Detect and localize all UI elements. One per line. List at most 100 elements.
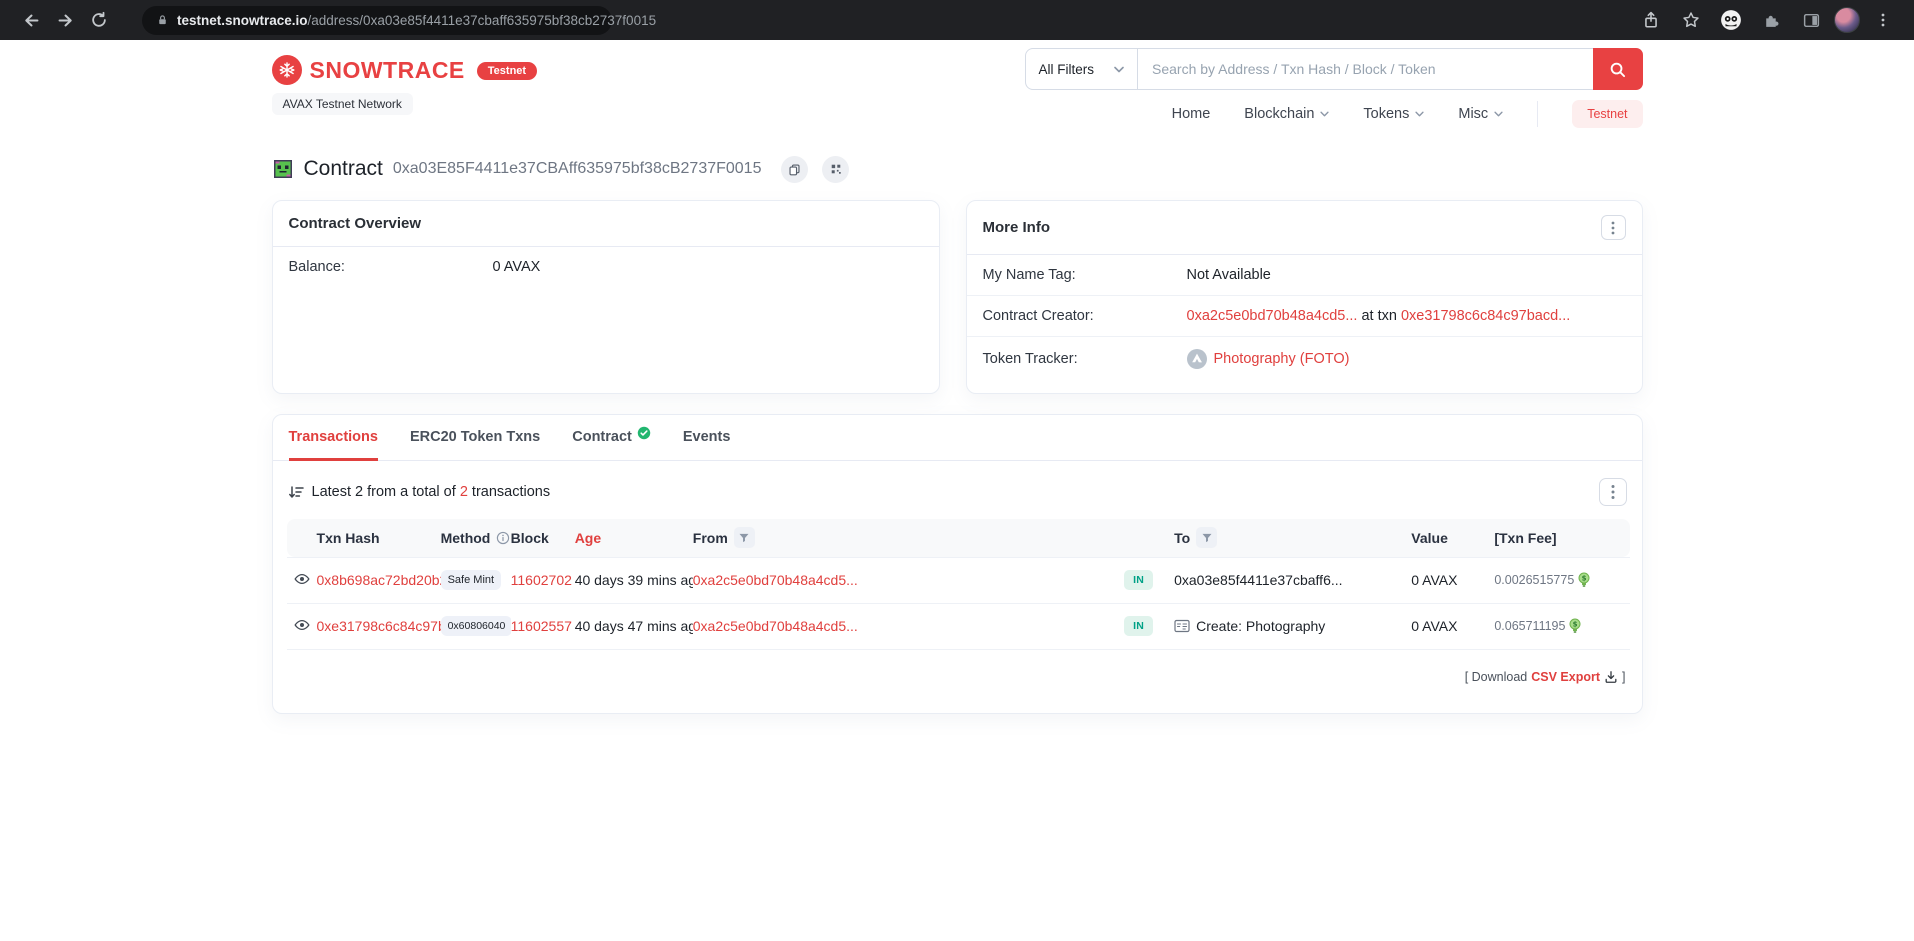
lock-icon <box>156 13 169 27</box>
search-bar: All Filters <box>1025 48 1643 90</box>
txn-fee: 0.0026515775 <box>1494 573 1574 587</box>
logo-testnet-badge: Testnet <box>477 62 537 80</box>
tab-erc20-token-txns[interactable]: ERC20 Token Txns <box>410 429 540 461</box>
name-tag-label: My Name Tag: <box>983 267 1187 283</box>
col-value: Value <box>1411 519 1494 557</box>
search-input[interactable] <box>1138 49 1592 89</box>
snowflake-logo-icon <box>272 55 302 85</box>
profile-avatar[interactable] <box>1834 7 1860 33</box>
url-host: testnet.snowtrace.io <box>177 13 308 28</box>
from-address-link[interactable]: 0xa2c5e0bd70b48a4cd5... <box>693 618 858 634</box>
main-nav: Home Blockchain Tokens Misc Testnet <box>1172 100 1643 128</box>
download-suffix: ] <box>1622 670 1625 684</box>
side-panel-icon[interactable] <box>1794 3 1828 37</box>
txn-hash-link[interactable]: 0x8b698ac72bd20b2a64... <box>317 572 441 588</box>
from-address-link[interactable]: 0xa2c5e0bd70b48a4cd5... <box>693 572 858 588</box>
block-link[interactable]: 11602557 <box>511 618 572 634</box>
download-prefix: [ Download <box>1465 670 1528 684</box>
nav-tokens[interactable]: Tokens <box>1363 106 1424 122</box>
qr-code-icon <box>830 163 842 175</box>
gas-bulb-icon: $ <box>1578 572 1590 588</box>
view-txn-eye-icon[interactable] <box>294 617 310 633</box>
balance-value: 0 AVAX <box>493 259 541 275</box>
gas-bulb-icon: $ <box>1569 618 1581 634</box>
age-value: 40 days 47 mins ago <box>575 603 693 649</box>
network-label: AVAX Testnet Network <box>272 93 413 115</box>
to-filter-button[interactable] <box>1196 527 1217 548</box>
reload-icon[interactable] <box>82 3 116 37</box>
col-to: To <box>1174 519 1411 557</box>
more-info-card: More Info My Name Tag: Not Available Con… <box>966 200 1643 394</box>
chevron-down-icon <box>1114 66 1124 73</box>
balance-label: Balance: <box>289 259 493 275</box>
transactions-count: 2 <box>460 484 468 500</box>
contract-overview-card: Contract Overview Balance: 0 AVAX <box>272 200 940 394</box>
nav-blockchain[interactable]: Blockchain <box>1244 106 1329 122</box>
info-icon[interactable] <box>496 531 510 545</box>
col-method: Method <box>441 519 511 557</box>
contract-creator-row: Contract Creator: 0xa2c5e0bd70b48a4cd5..… <box>967 295 1642 336</box>
more-info-title: More Info <box>983 219 1051 236</box>
nav-home[interactable]: Home <box>1172 106 1211 122</box>
address-bar[interactable]: testnet.snowtrace.io/address/0xa03e85f44… <box>142 6 612 35</box>
tab-events[interactable]: Events <box>683 429 731 461</box>
view-txn-eye-icon[interactable] <box>294 571 310 587</box>
table-row: 0x8b698ac72bd20b2a64... Safe Mint 116027… <box>287 557 1630 603</box>
tab-transactions[interactable]: Transactions <box>289 429 378 461</box>
txn-value: 0 AVAX <box>1411 603 1494 649</box>
search-filter-select[interactable]: All Filters <box>1026 49 1139 89</box>
download-icon <box>1604 670 1618 684</box>
name-tag-row: My Name Tag: Not Available <box>967 255 1642 295</box>
transactions-card: Transactions ERC20 Token Txns Contract E… <box>272 414 1643 714</box>
direction-badge: IN <box>1124 616 1153 636</box>
txn-hash-link[interactable]: 0xe31798c6c84c97bacd... <box>317 618 441 634</box>
contract-doc-icon <box>1174 619 1190 633</box>
qr-code-button[interactable] <box>822 156 849 183</box>
name-tag-value: Not Available <box>1187 267 1271 283</box>
more-info-menu-button[interactable] <box>1601 215 1626 240</box>
page-title: Contract 0xa03E85F4411e37CBAff635975bf38… <box>272 152 1643 186</box>
verified-check-icon <box>637 426 651 440</box>
nav-testnet-button[interactable]: Testnet <box>1572 100 1642 128</box>
page-type-label: Contract <box>304 157 383 181</box>
creator-txn-link[interactable]: 0xe31798c6c84c97bacd... <box>1401 308 1570 324</box>
table-menu-button[interactable] <box>1599 478 1627 506</box>
share-icon[interactable] <box>1634 3 1668 37</box>
owl-extension-icon[interactable] <box>1714 3 1748 37</box>
tab-bar: Transactions ERC20 Token Txns Contract E… <box>273 415 1642 461</box>
transactions-table: Txn Hash Method Block Age From To Value … <box>287 519 1630 650</box>
col-age[interactable]: Age <box>575 519 693 557</box>
back-icon[interactable] <box>14 3 48 37</box>
url-path: /address/0xa03e85f4411e37cbaff635975bf38… <box>308 13 657 28</box>
copy-address-button[interactable] <box>781 156 808 183</box>
svg-text:$: $ <box>1582 575 1587 583</box>
col-from: From <box>693 519 1124 557</box>
search-button[interactable] <box>1593 48 1643 90</box>
token-logo-icon <box>1187 349 1207 369</box>
creator-address-link[interactable]: 0xa2c5e0bd70b48a4cd5... <box>1187 308 1358 324</box>
token-tracker-link[interactable]: Photography (FOTO) <box>1214 351 1350 367</box>
tab-contract[interactable]: Contract <box>572 429 651 461</box>
logo-text: SNOWTRACE <box>310 57 465 84</box>
site-header: SNOWTRACE Testnet AVAX Testnet Network A… <box>0 40 1914 132</box>
forward-icon[interactable] <box>48 3 82 37</box>
balance-row: Balance: 0 AVAX <box>273 247 939 287</box>
funnel-icon <box>738 532 750 544</box>
bookmark-star-icon[interactable] <box>1674 3 1708 37</box>
block-link[interactable]: 11602702 <box>511 572 572 588</box>
tracker-label: Token Tracker: <box>983 351 1187 367</box>
search-filter-label: All Filters <box>1039 62 1095 77</box>
txn-fee: 0.065711195 <box>1494 619 1565 633</box>
browser-menu-icon[interactable] <box>1866 3 1900 37</box>
nav-divider <box>1537 101 1538 127</box>
snowtrace-logo[interactable]: SNOWTRACE Testnet <box>272 55 538 85</box>
overview-title: Contract Overview <box>289 215 422 232</box>
to-contract-create: Create: Photography <box>1196 618 1325 634</box>
vertical-dots-icon <box>1611 221 1615 235</box>
from-filter-button[interactable] <box>734 527 755 548</box>
vertical-dots-icon <box>1611 484 1615 500</box>
extensions-puzzle-icon[interactable] <box>1754 3 1788 37</box>
chevron-down-icon <box>1494 111 1503 117</box>
nav-misc[interactable]: Misc <box>1458 106 1503 122</box>
csv-export-link[interactable]: CSV Export <box>1531 670 1600 684</box>
